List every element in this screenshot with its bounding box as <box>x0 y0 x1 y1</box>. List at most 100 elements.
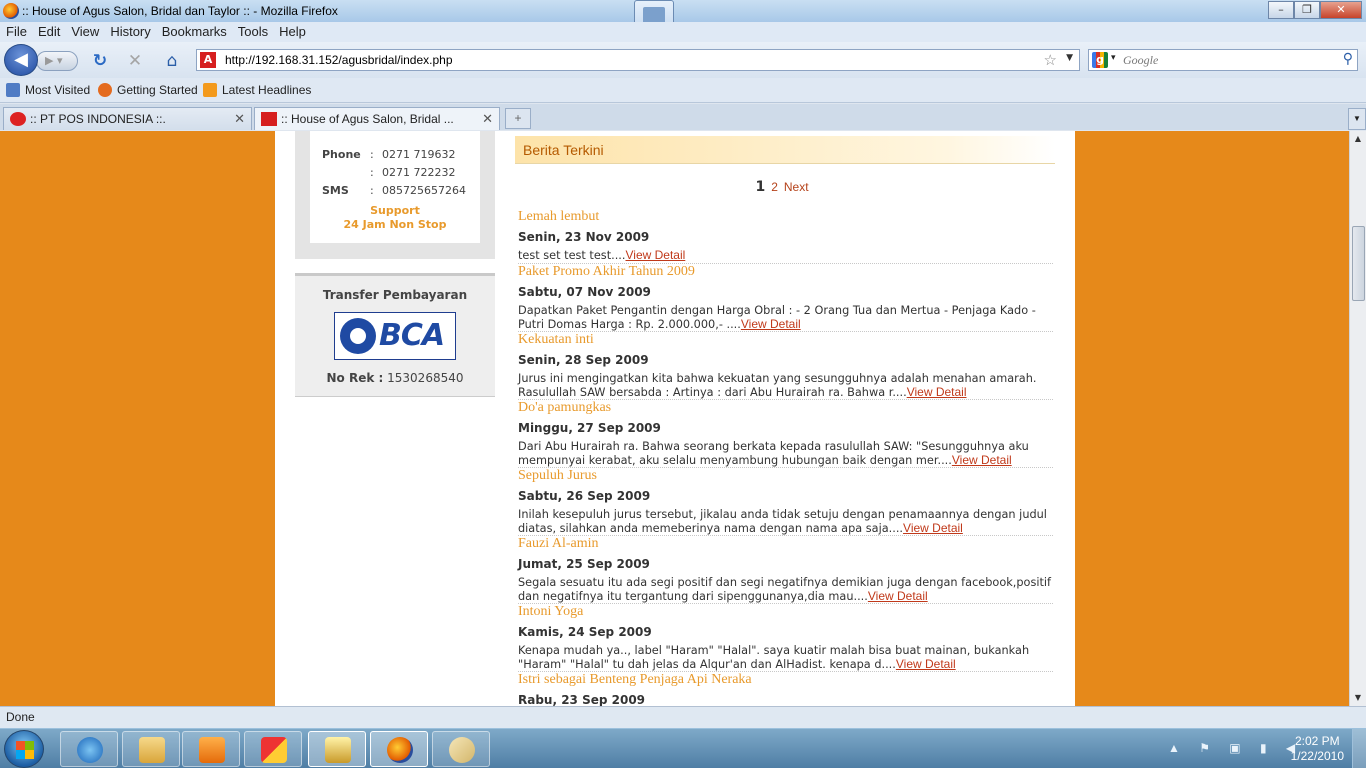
taskbar-explorer[interactable] <box>122 731 180 767</box>
scroll-down-icon[interactable]: ▼ <box>1350 690 1366 706</box>
page-2-link[interactable]: 2 <box>771 180 778 194</box>
vertical-scrollbar[interactable]: ▲ ▼ <box>1349 131 1366 706</box>
news-heading: Berita Terkini <box>515 136 1055 164</box>
menu-tools[interactable]: Tools <box>232 22 273 39</box>
taskbar-media-player[interactable] <box>182 731 240 767</box>
news-item-date: Minggu, 27 Sep 2009 <box>518 421 661 435</box>
tool-icon <box>325 737 351 763</box>
url-text[interactable]: http://192.168.31.152/agusbridal/index.p… <box>225 53 453 67</box>
taskbar-paint[interactable] <box>432 731 490 767</box>
url-bar[interactable]: A http://192.168.31.152/agusbridal/index… <box>196 49 1080 71</box>
back-button[interactable]: ◀ <box>4 44 38 76</box>
taskbar-tool[interactable] <box>308 731 366 767</box>
minimize-button[interactable]: – <box>1268 1 1294 19</box>
firefox-icon <box>3 3 19 19</box>
menu-help[interactable]: Help <box>273 22 311 39</box>
view-detail-link[interactable]: View Detail <box>952 453 1012 467</box>
news-item-title[interactable]: Do'a pamungkas <box>518 400 1053 416</box>
view-detail-link[interactable]: View Detail <box>903 521 963 535</box>
system-tray: ▲ ⚑ ▣ ▮ ◀ 2:02 PM 1/22/2010 <box>1156 729 1366 768</box>
clock[interactable]: 2:02 PM 1/22/2010 <box>1291 734 1344 764</box>
news-item-date: Kamis, 24 Sep 2009 <box>518 625 652 639</box>
pagination: 1 2 Next <box>515 179 1055 195</box>
taskbar-app[interactable] <box>244 731 302 767</box>
page-current: 1 <box>755 179 766 195</box>
phone-row-2: :0271 722232 <box>370 166 456 179</box>
tab-agus-bridal[interactable]: :: House of Agus Salon, Bridal ... ✕ <box>254 107 500 130</box>
news-item-desc: test set test test....View Detail <box>518 248 686 262</box>
tab-close-icon[interactable]: ✕ <box>234 111 245 127</box>
menu-file[interactable]: File <box>0 22 32 39</box>
news-item: Fauzi Al-amin Jumat, 25 Sep 2009 Segala … <box>518 536 1053 604</box>
scrollbar-thumb[interactable] <box>1352 226 1365 301</box>
bca-logo: BCA <box>334 312 456 360</box>
menu-history[interactable]: History <box>104 22 155 39</box>
new-tab-button[interactable]: + <box>505 108 531 129</box>
menu-bookmarks[interactable]: Bookmarks <box>156 22 232 39</box>
news-item-date: Sabtu, 07 Nov 2009 <box>518 285 651 299</box>
taskbar-ie[interactable] <box>60 731 118 767</box>
news-item-desc: Dapatkan Paket Pengantin dengan Harga Ob… <box>518 304 1036 331</box>
scroll-up-icon[interactable]: ▲ <box>1350 131 1366 147</box>
start-button[interactable] <box>4 730 44 768</box>
next-page-link[interactable]: Next <box>784 180 809 194</box>
most-visited-icon <box>6 83 20 97</box>
news-item-title[interactable]: Intoni Yoga <box>518 604 1053 620</box>
news-item-date: Senin, 23 Nov 2009 <box>518 230 650 244</box>
bookmark-getting-started[interactable]: Getting Started <box>98 83 198 97</box>
tab-close-icon[interactable]: ✕ <box>482 111 493 127</box>
menu-edit[interactable]: Edit <box>32 22 65 39</box>
news-item: Intoni Yoga Kamis, 24 Sep 2009 Kenapa mu… <box>518 604 1053 672</box>
bookmark-star-icon[interactable]: ☆ <box>1044 51 1057 69</box>
show-desktop-button[interactable] <box>1352 729 1366 768</box>
news-item-title[interactable]: Fauzi Al-amin <box>518 536 1053 552</box>
tray-icons[interactable]: ▲ ⚑ ▣ ▮ ◀ <box>1168 741 1303 755</box>
maximize-button[interactable]: ❐ <box>1294 1 1320 19</box>
bookmarks-toolbar: Most Visited Getting Started Latest Head… <box>0 78 1366 103</box>
news-item-date: Rabu, 23 Sep 2009 <box>518 693 646 706</box>
view-detail-link[interactable]: View Detail <box>907 385 967 399</box>
search-icon[interactable]: ⚲ <box>1343 51 1353 67</box>
news-item: Istri sebagai Benteng Penjaga Api Neraka… <box>518 672 1053 706</box>
bookmark-most-visited[interactable]: Most Visited <box>6 83 90 97</box>
news-item: Kekuatan inti Senin, 28 Sep 2009 Jurus i… <box>518 332 1053 400</box>
news-item-desc: Dari Abu Hurairah ra. Bahwa seorang berk… <box>518 440 1029 467</box>
stop-icon[interactable]: ✕ <box>125 51 145 71</box>
internet-explorer-icon <box>77 737 103 763</box>
title-bar: :: House of Agus Salon, Bridal dan Taylo… <box>0 0 1366 40</box>
pos-indonesia-icon <box>10 112 26 126</box>
folder-icon <box>139 737 165 763</box>
close-button[interactable]: ✕ <box>1320 1 1362 19</box>
status-text: Done <box>6 710 35 724</box>
news-item: Paket Promo Akhir Tahun 2009 Sabtu, 07 N… <box>518 264 1053 332</box>
getting-started-icon <box>98 83 112 97</box>
news-item: Do'a pamungkas Minggu, 27 Sep 2009 Dari … <box>518 400 1053 468</box>
news-item-title[interactable]: Paket Promo Akhir Tahun 2009 <box>518 264 1053 280</box>
url-dropdown-icon[interactable]: ▼ <box>1066 53 1073 63</box>
news-item: Lemah lembut Senin, 23 Nov 2009 test set… <box>518 209 1053 264</box>
reload-icon[interactable]: ↻ <box>90 51 110 71</box>
view-detail-link[interactable]: View Detail <box>741 317 801 331</box>
support-hours: 24 Jam Non Stop <box>343 218 447 231</box>
tab-list-dropdown-icon[interactable]: ▼ <box>1348 108 1366 130</box>
news-item-title[interactable]: Istri sebagai Benteng Penjaga Api Neraka <box>518 672 1053 688</box>
view-detail-link[interactable]: View Detail <box>626 248 686 262</box>
menu-bar: File Edit View History Bookmarks Tools Help <box>0 22 1366 42</box>
google-icon[interactable]: g <box>1092 52 1108 68</box>
bookmark-latest-headlines[interactable]: Latest Headlines <box>203 83 311 97</box>
bca-seal-icon <box>340 318 376 354</box>
search-input[interactable]: Google <box>1123 53 1158 68</box>
news-item-title[interactable]: Lemah lembut <box>518 209 1053 225</box>
taskbar-firefox[interactable] <box>370 731 428 767</box>
search-bar[interactable]: g ▾ Google ⚲ <box>1088 49 1358 71</box>
home-icon[interactable]: ⌂ <box>162 51 182 71</box>
search-engine-dropdown-icon[interactable]: ▾ <box>1111 53 1116 63</box>
site-favicon-icon: A <box>200 52 216 68</box>
forward-button[interactable]: ▶ ▾ <box>36 51 78 71</box>
tab-pos-indonesia[interactable]: :: PT POS INDONESIA ::. ✕ <box>3 107 252 130</box>
view-detail-link[interactable]: View Detail <box>896 657 956 671</box>
view-detail-link[interactable]: View Detail <box>868 589 928 603</box>
news-item-title[interactable]: Sepuluh Jurus <box>518 468 1053 484</box>
news-item-title[interactable]: Kekuatan inti <box>518 332 1053 348</box>
menu-view[interactable]: View <box>65 22 104 39</box>
